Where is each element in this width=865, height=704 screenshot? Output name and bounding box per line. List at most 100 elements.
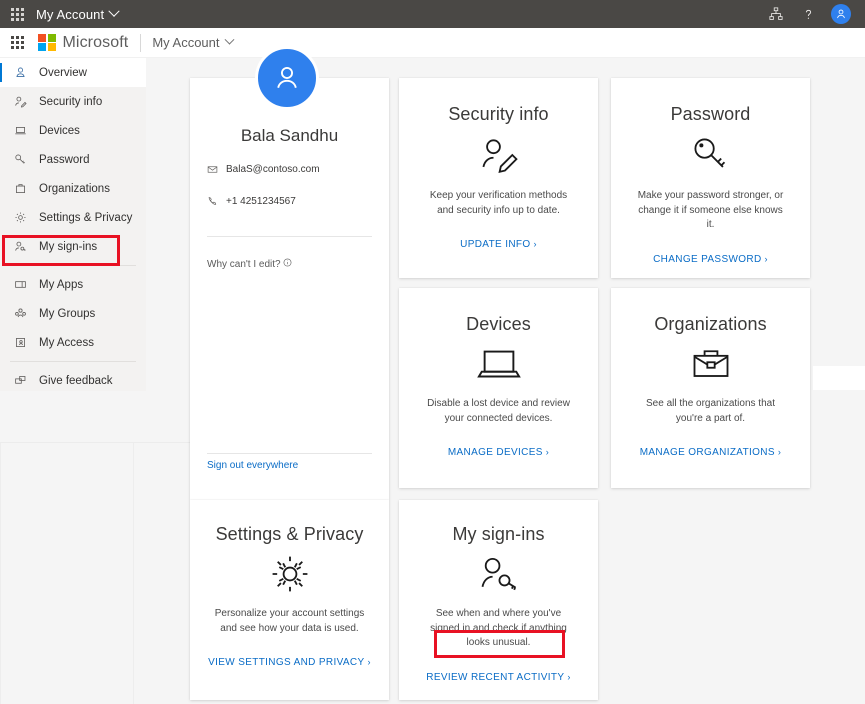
- panel-edge-vertical: [133, 443, 134, 704]
- header-divider: [140, 34, 141, 52]
- app-name-menu[interactable]: My Account: [152, 35, 232, 50]
- sidebar-item-devices[interactable]: Devices: [0, 116, 146, 145]
- sidebar-item-label: Devices: [39, 125, 80, 137]
- card-description: See when and where you've signed in and …: [399, 607, 598, 651]
- person-edit-icon: [399, 131, 598, 179]
- card-link-manage-devices[interactable]: MANAGE DEVICES›: [399, 447, 598, 458]
- help-question-icon[interactable]: [799, 5, 817, 23]
- gear-icon: [14, 211, 32, 224]
- card-title: Settings & Privacy: [190, 524, 389, 545]
- chevron-right-icon: ›: [567, 672, 570, 682]
- card-link-review-recent-activity[interactable]: REVIEW RECENT ACTIVITY›: [399, 672, 598, 683]
- sidebar-item-security-info[interactable]: Security info: [0, 87, 146, 116]
- sidebar: Overview Security info Devices Password: [0, 58, 146, 391]
- sidebar-item-my-apps[interactable]: My Apps: [0, 270, 146, 299]
- card-title: Organizations: [611, 314, 810, 335]
- sidebar-item-overview[interactable]: Overview: [0, 58, 146, 87]
- laptop-icon: [14, 124, 32, 137]
- profile-divider-top: [207, 236, 372, 237]
- app-name-label: My Account: [152, 35, 219, 50]
- card-description: See all the organizations that you're a …: [611, 397, 810, 426]
- chevron-right-icon: ›: [546, 447, 549, 457]
- card-description: Keep your verification methods and secur…: [399, 189, 598, 218]
- card-password[interactable]: Password Make your password stronger, or…: [611, 78, 810, 278]
- avatar[interactable]: [831, 4, 851, 24]
- profile-phone-row: +1 4251234567: [190, 196, 296, 207]
- sidebar-item-label: My sign-ins: [39, 241, 97, 253]
- phone-icon: [207, 196, 218, 207]
- card-description: Make your password stronger, or change i…: [611, 189, 810, 233]
- card-organizations[interactable]: Organizations See all the organizations …: [611, 288, 810, 488]
- info-circle-icon: [283, 258, 292, 270]
- card-link-label: REVIEW RECENT ACTIVITY: [426, 672, 564, 683]
- card-title: My sign-ins: [399, 524, 598, 545]
- microsoft-wordmark: Microsoft: [63, 34, 129, 52]
- card-link-change-password[interactable]: CHANGE PASSWORD›: [611, 254, 810, 265]
- suite-title[interactable]: My Account: [36, 7, 118, 22]
- person-key-icon: [14, 240, 32, 253]
- chevron-down-icon: [224, 35, 234, 45]
- card-link-view-settings-and-privacy[interactable]: VIEW SETTINGS AND PRIVACY ›: [190, 657, 389, 668]
- profile-name: Bala Sandhu: [190, 126, 389, 146]
- microsoft-header: Microsoft My Account: [0, 28, 865, 58]
- sidebar-item-label: Password: [39, 154, 90, 166]
- sidebar-item-settings-privacy[interactable]: Settings & Privacy: [0, 203, 146, 232]
- profile-email-row: BalaS@contoso.com: [190, 164, 320, 175]
- main-content: Bala Sandhu BalaS@contoso.com +1 4251234…: [190, 58, 865, 704]
- card-security-info[interactable]: Security info Keep your verification met…: [399, 78, 598, 278]
- card-description: Personalize your account settings and se…: [190, 607, 389, 636]
- sidebar-item-label: Security info: [39, 96, 102, 108]
- card-link-label: VIEW SETTINGS AND PRIVACY: [208, 657, 364, 668]
- profile-avatar[interactable]: [255, 46, 319, 110]
- chevron-right-icon: ›: [533, 239, 536, 249]
- why-cant-i-edit-label: Why can't I edit?: [207, 259, 281, 270]
- card-my-sign-ins[interactable]: My sign-ins See when and where you've si…: [399, 500, 598, 700]
- sidebar-divider-2: [10, 361, 136, 362]
- sidebar-divider: [10, 265, 136, 266]
- person-key-icon: [399, 551, 598, 597]
- card-link-label: MANAGE DEVICES: [448, 447, 543, 458]
- person-icon: [14, 66, 32, 79]
- sidebar-item-label: My Groups: [39, 308, 95, 320]
- card-description: Disable a lost device and review your co…: [399, 397, 598, 426]
- people-group-icon: [14, 307, 32, 320]
- sidebar-item-organizations[interactable]: Organizations: [0, 174, 146, 203]
- card-title: Security info: [399, 104, 598, 125]
- gear-icon: [190, 551, 389, 597]
- suite-bar: My Account: [0, 0, 865, 28]
- why-cant-i-edit-link[interactable]: Why can't I edit?: [190, 258, 292, 270]
- app-launcher-icon[interactable]: [6, 0, 28, 28]
- sidebar-item-password[interactable]: Password: [0, 145, 146, 174]
- chevron-right-icon: ›: [778, 447, 781, 457]
- profile-card: Bala Sandhu BalaS@contoso.com +1 4251234…: [190, 78, 389, 500]
- panel-edge-vertical-left: [0, 443, 1, 704]
- sidebar-item-my-groups[interactable]: My Groups: [0, 299, 146, 328]
- card-link-label: MANAGE ORGANIZATIONS: [640, 447, 775, 458]
- card-link-update-info[interactable]: UPDATE INFO›: [399, 239, 598, 250]
- card-devices[interactable]: Devices Disable a lost device and review…: [399, 288, 598, 488]
- sidebar-item-label: My Access: [39, 337, 94, 349]
- app-launcher-icon-secondary[interactable]: [6, 29, 28, 57]
- microsoft-logo-squares: [38, 34, 56, 52]
- sidebar-item-label: Overview: [39, 67, 87, 79]
- profile-email: BalaS@contoso.com: [226, 164, 320, 175]
- briefcase-icon: [611, 343, 810, 387]
- key-icon: [14, 153, 32, 166]
- microsoft-logo[interactable]: Microsoft: [38, 34, 128, 52]
- card-settings-privacy[interactable]: Settings & Privacy Personalize your acco…: [190, 500, 389, 700]
- suite-bar-actions: [767, 4, 857, 24]
- sidebar-item-label: Organizations: [39, 183, 110, 195]
- laptop-icon: [399, 343, 598, 387]
- sidebar-item-give-feedback[interactable]: Give feedback: [0, 366, 146, 395]
- card-title: Devices: [399, 314, 598, 335]
- chevron-right-icon: ›: [368, 657, 371, 667]
- mail-icon: [207, 164, 218, 175]
- org-hierarchy-icon[interactable]: [767, 5, 785, 23]
- briefcase-icon: [14, 182, 32, 195]
- chevron-down-icon: [109, 6, 120, 17]
- sign-out-everywhere-link[interactable]: Sign out everywhere: [190, 460, 298, 471]
- key-icon: [611, 131, 810, 179]
- card-link-manage-organizations[interactable]: MANAGE ORGANIZATIONS›: [611, 447, 810, 458]
- sidebar-item-my-access[interactable]: My Access: [0, 328, 146, 357]
- sidebar-item-my-sign-ins[interactable]: My sign-ins: [0, 232, 146, 261]
